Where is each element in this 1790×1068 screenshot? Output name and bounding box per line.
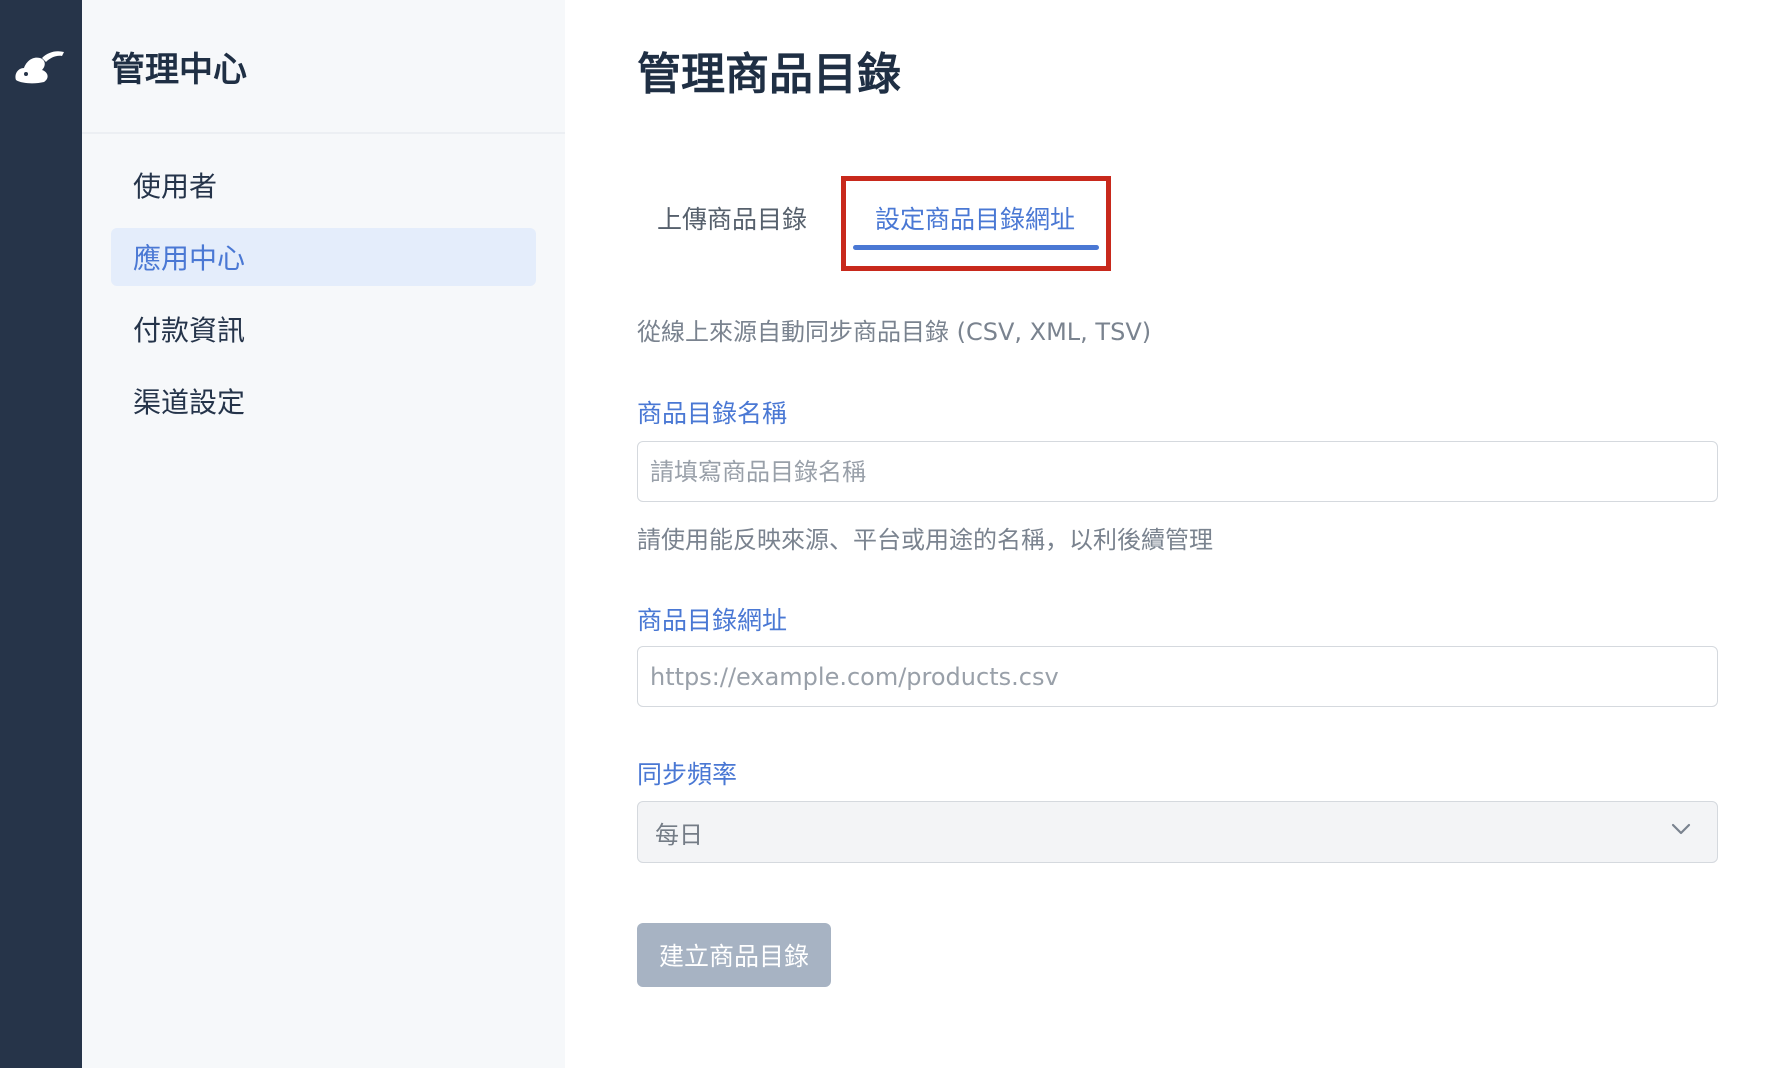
sidebar-nav: 使用者 應用中心 付款資訊 渠道設定 [82,134,565,430]
sidebar-item-channel-settings[interactable]: 渠道設定 [111,372,536,430]
highlight-annotation-box [841,176,1111,271]
brand-logo-icon[interactable] [12,44,66,84]
create-catalog-button[interactable]: 建立商品目錄 [637,923,831,987]
catalog-name-input[interactable] [637,441,1718,502]
section-description: 從線上來源自動同步商品目錄 (CSV, XML, TSV) [637,318,1152,346]
catalog-url-input[interactable] [637,646,1718,707]
sync-frequency-value: 每日 [655,820,703,849]
sidebar-item-app-center[interactable]: 應用中心 [111,228,536,286]
main-panel: 管理商品目錄 上傳商品目錄 設定商品目錄網址 從線上來源自動同步商品目錄 (CS… [565,0,1790,1068]
catalog-name-hint: 請使用能反映來源、平台或用途的名稱，以利後續管理 [637,526,1213,554]
sync-frequency-select[interactable]: 每日 [637,801,1718,863]
catalog-url-label: 商品目錄網址 [637,606,788,635]
sidebar-item-users[interactable]: 使用者 [111,156,536,214]
catalog-name-label: 商品目錄名稱 [637,399,788,428]
sidebar-header: 管理中心 [82,0,565,134]
sidebar-item-billing[interactable]: 付款資訊 [111,300,536,358]
sidebar-title: 管理中心 [111,49,247,90]
tab-upload-catalog[interactable]: 上傳商品目錄 [657,188,807,248]
sidebar: 管理中心 使用者 應用中心 付款資訊 渠道設定 [82,0,565,1068]
app-rail [0,0,82,1068]
sync-frequency-label: 同步頻率 [637,760,738,789]
page-title: 管理商品目錄 [637,49,901,100]
chevron-down-icon [1671,823,1691,835]
